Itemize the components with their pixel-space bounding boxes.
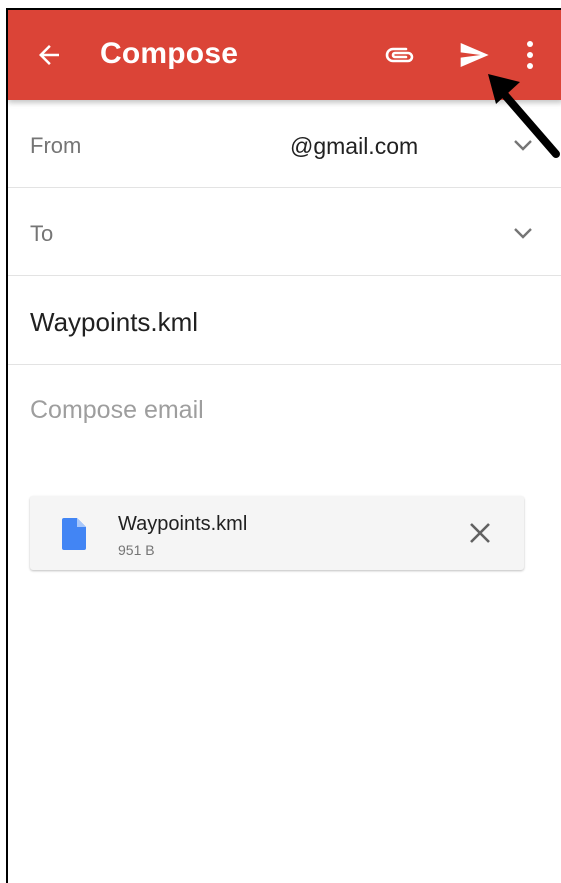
from-label: From [30, 133, 82, 158]
attachment-name: Waypoints.kml [118, 513, 248, 535]
subject-field[interactable]: Waypoints.kml [30, 307, 198, 338]
to-label: To [30, 221, 54, 246]
file-icon [62, 518, 86, 550]
close-icon[interactable] [468, 521, 492, 545]
compose-body-field[interactable]: Compose email [30, 396, 204, 425]
pointer-arrow-icon [488, 74, 560, 158]
from-value: @gmail.com [290, 133, 419, 159]
subject-row[interactable]: Waypoints.kml [8, 276, 561, 365]
page-title: Compose [100, 37, 239, 70]
back-arrow-icon[interactable] [34, 40, 64, 70]
attachment-card[interactable]: Waypoints.kml 951 B [30, 496, 524, 570]
attachment-size: 951 B [118, 542, 155, 558]
chevron-down-icon[interactable] [512, 226, 534, 240]
to-row[interactable]: To [8, 188, 561, 276]
paperclip-icon[interactable] [384, 42, 416, 68]
